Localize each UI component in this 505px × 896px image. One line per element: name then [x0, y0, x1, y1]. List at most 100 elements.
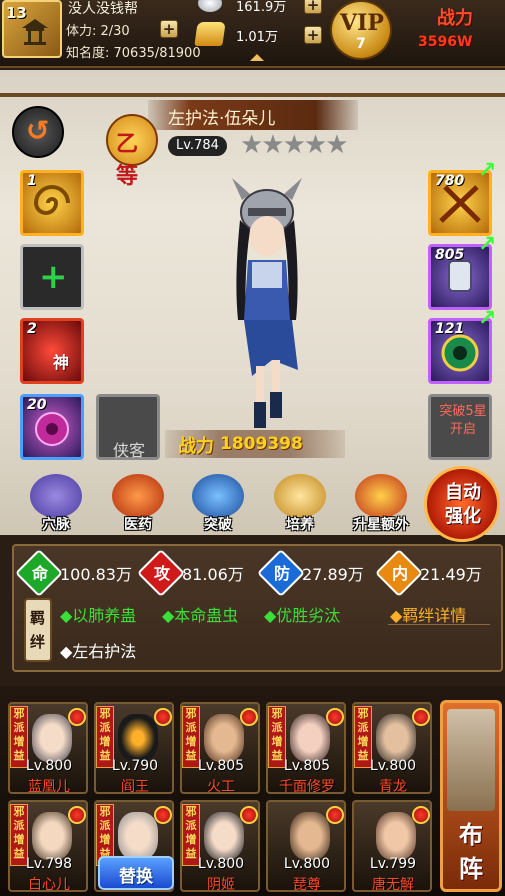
locked-slot[interactable]: 突破5星开启 [428, 394, 492, 460]
silver-amount: 161.9万 [236, 0, 287, 15]
slot-count: 1 [27, 173, 37, 189]
add-stamina-button[interactable]: + [160, 20, 178, 38]
hero-avatar [290, 812, 330, 860]
notification-dot [68, 806, 86, 824]
stat-icon-label: 防 [273, 564, 290, 583]
hero-avatar [204, 714, 244, 762]
medicine-button[interactable]: 医药 [108, 474, 168, 534]
hero-level: Lv.784 [168, 136, 227, 156]
bond-item: ◆本命蛊虫 [162, 606, 239, 625]
function-label: 培养 [286, 517, 314, 533]
stamina-label: 体力: 2/30 [66, 24, 130, 39]
skill-slot-1[interactable]: 1 [20, 170, 84, 236]
team-hero-card[interactable]: 邪派增益 Lv.800 阴姬 [180, 800, 260, 892]
function-label: 医药 [124, 517, 152, 533]
star-rating: ★★★★★ [240, 130, 349, 160]
player-avatar[interactable]: 13 [2, 0, 62, 58]
add-silver-button[interactable]: + [304, 0, 322, 14]
breakthrough-button[interactable]: 突破 [188, 474, 248, 534]
auto-enhance-label: 自动强化 [445, 482, 481, 527]
stat-value: 21.49万 [420, 565, 482, 584]
team-hero-card[interactable]: 邪派增益 Lv.800 蓝凰儿 [8, 702, 88, 794]
fame-label: 知名度: 70635/81900 [66, 46, 201, 61]
notification-dot [326, 806, 344, 824]
slot-count: 20 [27, 397, 47, 413]
hero-power-label: 战力 [178, 436, 214, 457]
vip-level: 7 [356, 36, 366, 52]
skill-slot-2[interactable]: 2 神 [20, 318, 84, 384]
total-power-label: 战力 [437, 8, 473, 29]
hero-card-name: 蓝凰儿 [28, 779, 70, 794]
meridian-icon [30, 474, 82, 518]
slot-count: 2 [27, 321, 37, 337]
slot-count: 121 [435, 321, 465, 337]
stat-icon-label: 攻 [153, 564, 170, 583]
add-icon: + [39, 257, 68, 297]
formation-button[interactable]: 布 阵 [440, 700, 502, 892]
team-hero-card[interactable]: 邪派增益 Lv.805 火工 [180, 702, 260, 794]
notification-dot [154, 806, 172, 824]
swap-label: 替换 [119, 867, 153, 887]
companion-slot[interactable]: 侠客 [96, 394, 160, 460]
hero-card-name: 琵尊 [293, 877, 321, 892]
hero-card-name: 千面修罗 [279, 779, 335, 794]
team-hero-card[interactable]: 邪派增益 Lv.798 白心儿 [8, 800, 88, 892]
notification-dot [240, 708, 258, 726]
hero-card-level: Lv.805 [283, 758, 331, 774]
slot-count: 780 [435, 173, 465, 189]
bond-detail-link[interactable]: ◆羁绊详情 [390, 602, 466, 626]
upgrade-arrow-icon: ↗ [478, 306, 497, 331]
upgrade-arrow-icon: ↗ [478, 158, 497, 183]
add-gold-button[interactable]: + [304, 26, 322, 44]
hero-card-name: 白心儿 [28, 877, 70, 892]
team-hero-card[interactable]: Lv.800 琵尊 [266, 800, 346, 892]
slot-count: 805 [435, 247, 465, 263]
notification-dot [240, 806, 258, 824]
hero-card-level: Lv.799 [369, 856, 417, 872]
function-label: 穴脉 [42, 517, 70, 533]
swap-button[interactable]: 替换 [98, 856, 174, 890]
temple-icon [22, 19, 48, 45]
back-arrow-icon: ↺ [26, 114, 50, 147]
train-icon [274, 474, 326, 518]
formation-label-2: 阵 [459, 855, 483, 883]
bond-badge: 羁绊 [24, 598, 52, 662]
hero-name: 左护法·伍朵儿 [168, 109, 276, 129]
function-label: 突破 [204, 517, 232, 533]
gold-amount: 1.01万 [236, 30, 278, 45]
hero-card-name: 火工 [207, 779, 235, 794]
hero-card-level: Lv.805 [197, 758, 245, 774]
meridian-button[interactable]: 穴脉 [26, 474, 86, 534]
vip-label: VIP [340, 10, 384, 36]
collapse-arrow-icon[interactable] [250, 54, 264, 61]
hero-card-level: Lv.800 [25, 758, 73, 774]
stat-icon-label: 内 [391, 564, 408, 583]
bond-label: 羁绊 [30, 609, 46, 651]
auto-enhance-button[interactable]: 自动强化 [424, 466, 500, 542]
team-hero-card[interactable]: 邪派增益 Lv.805 千面修罗 [266, 702, 346, 794]
hero-card-name: 阴姬 [207, 877, 235, 892]
team-hero-card[interactable]: Lv.799 唐无解 [352, 800, 432, 892]
hero-avatar [118, 714, 158, 762]
hero-portrait [232, 178, 302, 428]
upgrade-arrow-icon: ↗ [478, 232, 497, 257]
function-label: 升星额外 [353, 517, 409, 533]
hero-avatar [32, 714, 72, 762]
back-button[interactable]: ↺ [12, 106, 64, 158]
hero-card-level: Lv.800 [369, 758, 417, 774]
total-power-value: 3596W [418, 34, 473, 50]
hero-avatar [32, 812, 72, 860]
train-button[interactable]: 培养 [270, 474, 330, 534]
notification-dot [326, 708, 344, 726]
hero-card-name: 唐无解 [372, 877, 414, 892]
skill-slot-3[interactable]: 20 [20, 394, 84, 460]
medicine-icon [112, 474, 164, 518]
hero-avatar [290, 714, 330, 762]
vip-badge[interactable]: VIP 7 [330, 0, 392, 60]
star-up-button[interactable]: 升星额外 [348, 474, 414, 534]
hero-rank-badge: 乙等 [106, 114, 158, 189]
hero-card-level: Lv.800 [283, 856, 331, 872]
team-hero-card[interactable]: 邪派增益 Lv.800 青龙 [352, 702, 432, 794]
empty-skill-slot[interactable]: + [20, 244, 84, 310]
team-hero-card[interactable]: 邪派增益 Lv.790 阎王 [94, 702, 174, 794]
